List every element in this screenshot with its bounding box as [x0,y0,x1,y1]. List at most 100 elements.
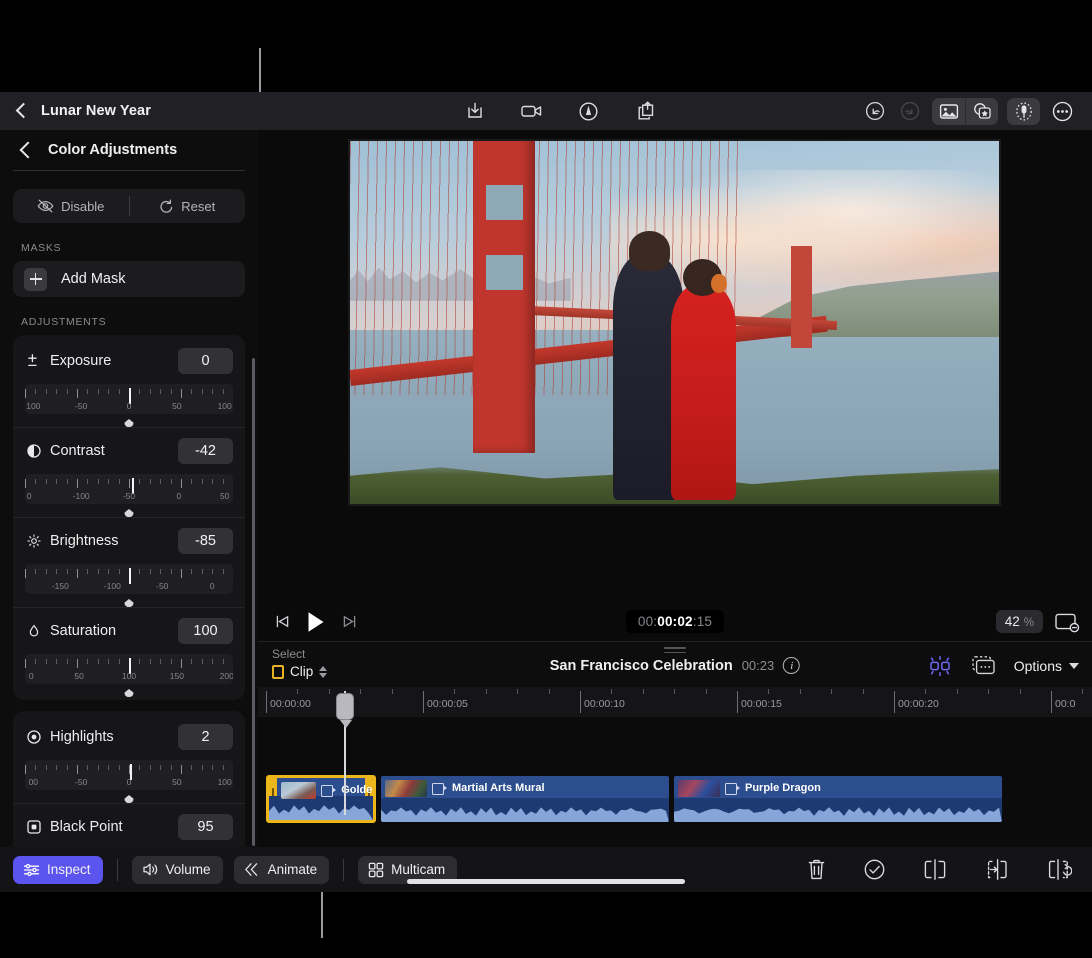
adjustment-knob[interactable] [125,795,134,803]
check-circle-icon[interactable] [863,858,886,881]
adjustment-value[interactable]: -42 [178,438,233,464]
trash-icon[interactable] [806,858,827,881]
clip-title-row: Purple Dragon [674,776,1002,800]
timecode-hours: 00: [638,614,657,629]
trim-start-icon[interactable] [984,858,1010,881]
trim-end-icon[interactable] [1046,858,1072,881]
video-preview[interactable] [348,139,1001,506]
ruler-label: 0 [177,491,182,501]
ruler-tick [202,659,203,664]
timeline-tick [423,691,424,713]
timeline-tick [863,689,864,694]
share-icon[interactable] [633,98,659,124]
adjustment-knob[interactable] [125,599,134,607]
ruler-tick [160,659,161,664]
adjustment-slider[interactable]: -150-100-500 [25,564,233,607]
transport-controls [258,610,358,634]
adjustment-slider[interactable]: 0-100-50050 [25,474,233,517]
ruler-tick [25,765,26,774]
adjustment-ruler[interactable]: 0-100-50050 [25,474,233,504]
timeline-ruler[interactable]: 00:00:0000:00:0500:00:1000:00:1500:00:20… [258,687,1092,717]
disable-button[interactable]: Disable [13,199,129,214]
more-options-icon[interactable] [1049,98,1075,124]
timeline-body[interactable]: 00:00:0000:00:0500:00:1000:00:1500:00:20… [258,687,1092,847]
timeline-resize-grabber[interactable] [664,647,686,656]
redo-icon[interactable] [897,98,923,124]
clip-thumbnail [678,780,720,797]
adjustment-value[interactable]: 100 [178,618,233,644]
undo-icon[interactable] [862,98,888,124]
effects-icon[interactable] [965,98,998,125]
ruler-label: -50 [123,491,135,501]
project-title: Lunar New Year [41,103,151,119]
skip-to-start-icon[interactable] [274,613,291,630]
ruler-tick [139,659,140,664]
play-icon[interactable] [305,610,327,634]
timecode-display[interactable]: 00:00:02:15 [626,610,724,633]
adjustment-ruler[interactable]: 00-50050100 [25,760,233,790]
ruler-tick [223,765,224,770]
timeline-clip[interactable]: Purple Dragon [673,775,1003,823]
clip-name: Purple Dragon [745,782,821,794]
bottom-button-volume[interactable]: Volume [132,856,223,884]
adjustment-slider[interactable]: 00-50050100 [25,760,233,803]
voiceover-circle-icon[interactable] [576,98,602,124]
timeline-clip[interactable]: Martial Arts Mural [380,775,670,823]
timeline-ruler-label: 00:00:00 [270,698,311,710]
timeline-playhead[interactable] [344,691,346,815]
ruler-label: 0 [210,581,215,591]
timeline-clip[interactable]: Golden [266,775,376,823]
adjustment-ruler[interactable]: -150-100-500 [25,564,233,594]
timeline-ruler-label: 00:00:20 [898,698,939,710]
ruler-tick [67,479,68,484]
ruler-tick [25,389,26,398]
highlight-circle-icon [25,730,42,744]
skip-to-end-icon[interactable] [341,613,358,630]
ruler-tick [160,765,161,770]
options-dropdown[interactable]: Options [1014,658,1079,674]
ruler-label: 0 [127,777,132,787]
ruler-tick [171,569,172,574]
import-media-icon[interactable] [462,98,488,124]
ruler-tick [35,389,36,394]
preview-options-icon[interactable] [1054,611,1080,633]
sidebar-back-button[interactable] [20,141,31,159]
add-mask-button[interactable]: Add Mask [13,261,245,297]
split-clip-icon[interactable] [922,858,948,881]
video-clip-icon [432,783,447,793]
adjustment-value[interactable]: -85 [178,528,233,554]
back-to-projects-button[interactable] [16,102,27,120]
select-mode-dropdown[interactable]: Clip [272,664,328,679]
adjustment-saturation: Saturation100050100150200 [13,607,245,697]
adjustment-ruler[interactable]: 050100150200 [25,654,233,684]
adjustment-slider[interactable]: 100-50050100 [25,384,233,427]
timeline-tick [800,689,801,694]
bottom-button-animate[interactable]: Animate [234,856,330,884]
ruler-tick [98,479,99,484]
microphone-icon[interactable] [1007,98,1040,125]
media-library-icon[interactable] [932,98,965,125]
preview-person-red-dress [671,283,736,501]
screenshot-root: Lunar New Year [0,0,1092,958]
adjustment-value[interactable]: 2 [178,724,233,750]
ruler-tick [212,569,213,574]
adjustment-slider[interactable]: 050100150200 [25,654,233,697]
storyboard-icon[interactable] [970,655,997,677]
zoom-level-pill[interactable]: 42 % [996,610,1043,633]
adjustment-knob[interactable] [125,689,134,697]
record-video-icon[interactable] [519,98,545,124]
adjustment-knob[interactable] [125,419,134,427]
home-indicator [407,879,685,884]
timeline-ruler-label: 00:00:15 [741,698,782,710]
sidebar-scrollbar[interactable] [252,358,255,846]
reset-button[interactable]: Reset [130,199,246,214]
info-icon[interactable]: i [783,657,800,674]
bottom-button-inspect[interactable]: Inspect [13,856,103,884]
playhead-handle[interactable] [336,693,354,720]
auto-enhance-icon[interactable] [927,654,953,678]
adjustment-value[interactable]: 95 [178,814,233,840]
adjustment-ruler[interactable]: 100-50050100 [25,384,233,414]
adjustment-value[interactable]: 0 [178,348,233,374]
adjustment-knob[interactable] [125,509,134,517]
timeline-tick [392,689,393,694]
